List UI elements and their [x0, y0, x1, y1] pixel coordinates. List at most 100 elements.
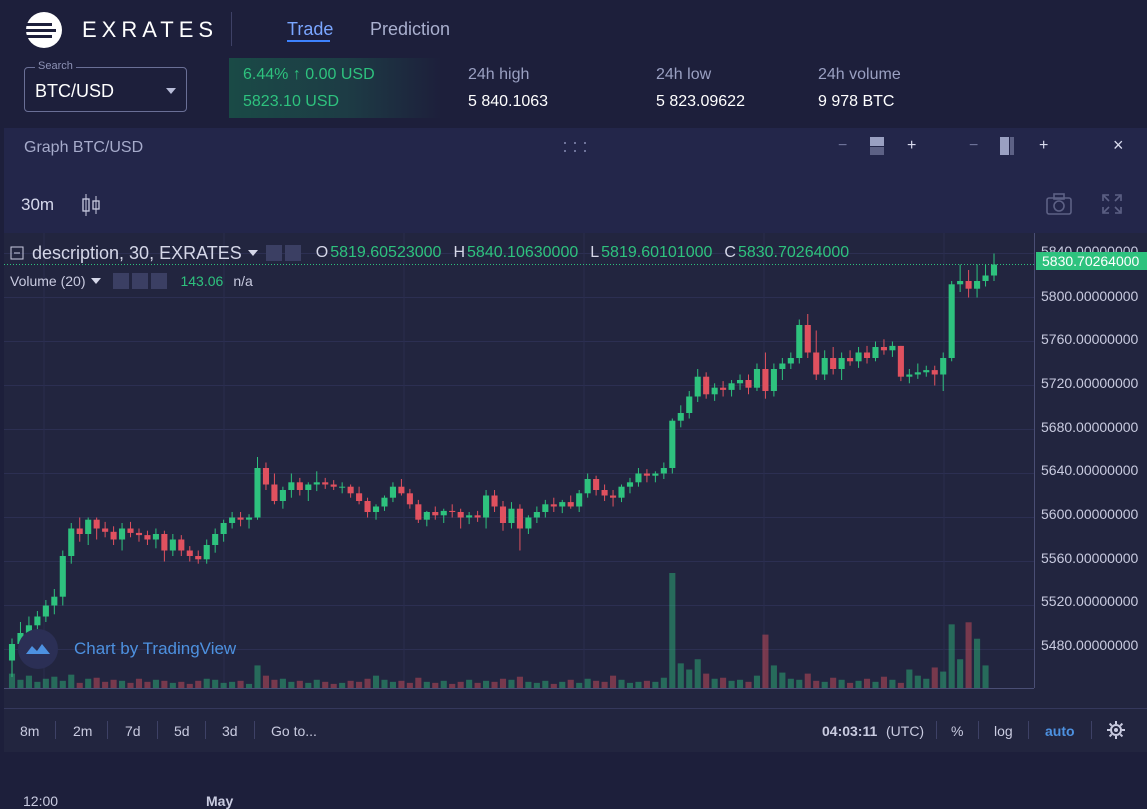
volume-bar [770, 665, 777, 688]
volume-bar [677, 663, 684, 688]
candle-body [804, 325, 811, 353]
time-tick: May [206, 793, 234, 809]
volume-bar [406, 682, 413, 688]
volume-label[interactable]: Volume (20) [10, 273, 85, 289]
volume-ma-value: n/a [233, 273, 253, 289]
tab-prediction[interactable]: Prediction [370, 19, 450, 40]
gear-icon[interactable] [132, 273, 149, 289]
tradingview-logo-icon [18, 629, 58, 669]
volume-bar [305, 682, 312, 688]
range-2m[interactable]: 2m [73, 723, 92, 739]
log-scale-toggle[interactable]: log [994, 723, 1013, 739]
fullscreen-icon[interactable] [1101, 193, 1123, 215]
volume-bar [34, 681, 41, 688]
range-5d[interactable]: 5d [174, 723, 190, 739]
candle-body [102, 528, 109, 532]
candle-body [779, 363, 786, 369]
volume-bar [85, 678, 92, 688]
chevron-down-icon[interactable] [91, 278, 102, 284]
eye-icon[interactable] [265, 245, 282, 261]
volume-bar [830, 677, 837, 688]
range-8m[interactable]: 8m [20, 723, 39, 739]
volume-bar [381, 679, 388, 688]
candle-body [897, 345, 904, 377]
width-increase-button[interactable]: + [1039, 137, 1048, 155]
candle-body [34, 616, 41, 626]
open-key: O [315, 244, 329, 261]
drag-handle-icon[interactable] [562, 140, 590, 154]
range-7d[interactable]: 7d [125, 723, 141, 739]
gear-icon[interactable] [284, 245, 301, 261]
candle-body [245, 517, 253, 520]
candle-body [415, 504, 422, 520]
volume-bar [203, 678, 210, 688]
timezone-button[interactable]: (UTC) [886, 723, 924, 739]
volume-bar [271, 679, 278, 688]
volume-bar [542, 680, 549, 688]
volume-bar [872, 681, 879, 688]
candle-body [406, 493, 413, 505]
series-title[interactable]: description, 30, EXRATES [32, 243, 242, 264]
volume-bar [161, 680, 168, 688]
volume-bar [169, 682, 176, 688]
volume-bar [550, 683, 557, 688]
chevron-down-icon[interactable] [247, 250, 258, 256]
volume-bar [813, 680, 820, 688]
tab-trade[interactable]: Trade [287, 19, 333, 40]
candle-body [830, 358, 837, 369]
height-increase-button[interactable]: + [907, 137, 916, 155]
volume-bar [423, 681, 430, 688]
volume-bar [931, 667, 938, 688]
candle-body [330, 484, 337, 487]
candle-body [643, 473, 650, 476]
camera-icon[interactable] [1045, 192, 1073, 216]
candle-body [745, 380, 752, 388]
volume-bar [457, 681, 464, 688]
range-3d[interactable]: 3d [222, 723, 238, 739]
chart-settings-gear-icon[interactable] [1107, 721, 1125, 739]
candle-body [288, 482, 295, 490]
volume-bar [796, 679, 803, 688]
candles-chart-type-icon[interactable] [81, 192, 101, 218]
interval-selector[interactable]: 30m [21, 195, 54, 215]
high-value: 5840.10630000 [467, 244, 579, 261]
collapse-legend-icon[interactable] [10, 246, 24, 260]
go-to-button[interactable]: Go to... [271, 723, 317, 739]
width-decrease-button[interactable]: − [969, 137, 978, 155]
price-tick: 5800.00000000 [1041, 288, 1139, 304]
stat-24h-low: 24h low 5 823.09622 [656, 66, 745, 111]
candle-body [525, 517, 532, 529]
auto-scale-toggle[interactable]: auto [1045, 723, 1075, 739]
close-panel-button[interactable]: × [1113, 135, 1124, 156]
selected-pair: BTC/USD [35, 81, 115, 101]
candle-body [59, 556, 66, 597]
chart-area[interactable]: description, 30, EXRATES O 5819.60523000 … [4, 233, 1147, 809]
height-decrease-button[interactable]: − [838, 137, 847, 155]
candle-body [635, 473, 642, 483]
pair-search-select[interactable]: Search BTC/USD [24, 60, 187, 112]
candle-body [889, 345, 896, 351]
volume-bar [643, 680, 650, 688]
brand-logo[interactable]: EXRATES [24, 10, 218, 50]
active-tab-indicator [287, 40, 330, 42]
stat-value: 5 823.09622 [656, 93, 745, 110]
volume-bar [339, 682, 346, 688]
eye-icon[interactable] [113, 273, 130, 289]
price-change: 6.44% ↑ 0.00 USD [243, 66, 375, 83]
volume-bar [330, 683, 337, 688]
volume-bar [262, 675, 270, 688]
percent-scale-toggle[interactable]: % [951, 723, 963, 739]
volume-bar [127, 682, 134, 688]
volume-bar [415, 677, 422, 688]
utc-clock: 04:03:11 [822, 723, 878, 739]
candle-body [254, 468, 261, 518]
low-value: 5819.60101000 [601, 244, 713, 261]
volume-bar [17, 679, 24, 688]
close-icon[interactable] [151, 273, 168, 289]
tradingview-watermark[interactable]: Chart by TradingView [18, 629, 236, 669]
open-value: 5819.60523000 [330, 244, 442, 261]
volume-bar [178, 681, 185, 688]
candle-body [85, 519, 92, 534]
candle-body [906, 374, 913, 377]
volume-bar [635, 681, 642, 688]
